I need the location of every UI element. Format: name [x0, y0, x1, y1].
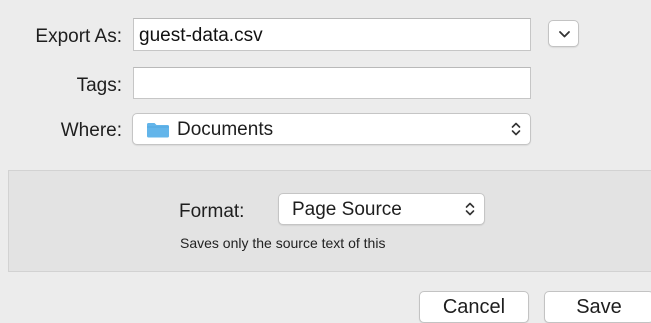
cancel-button[interactable]: Cancel [419, 291, 529, 323]
format-description: Saves only the source text of this [180, 235, 386, 251]
chevron-down-icon [559, 31, 570, 38]
folder-icon [147, 123, 169, 138]
where-popup[interactable]: Documents [132, 113, 531, 145]
format-popup[interactable]: Page Source [278, 193, 485, 225]
format-options-panel: Format: Page Source Saves only the sourc… [8, 170, 651, 272]
export-as-label: Export As: [35, 26, 122, 47]
tags-label: Tags: [76, 75, 122, 96]
format-label: Format: [179, 201, 245, 222]
updown-arrows-icon [465, 202, 475, 216]
export-dialog: { "export": { "label": "Export As:", "fi… [0, 0, 651, 323]
expand-dialog-button[interactable] [548, 20, 579, 47]
export-filename-field[interactable] [133, 18, 531, 51]
where-label: Where: [60, 120, 122, 141]
format-value: Page Source [292, 199, 402, 220]
tags-field[interactable] [133, 67, 531, 99]
save-button[interactable]: Save [544, 291, 651, 323]
where-value: Documents [177, 119, 274, 140]
updown-arrows-icon [511, 122, 521, 136]
